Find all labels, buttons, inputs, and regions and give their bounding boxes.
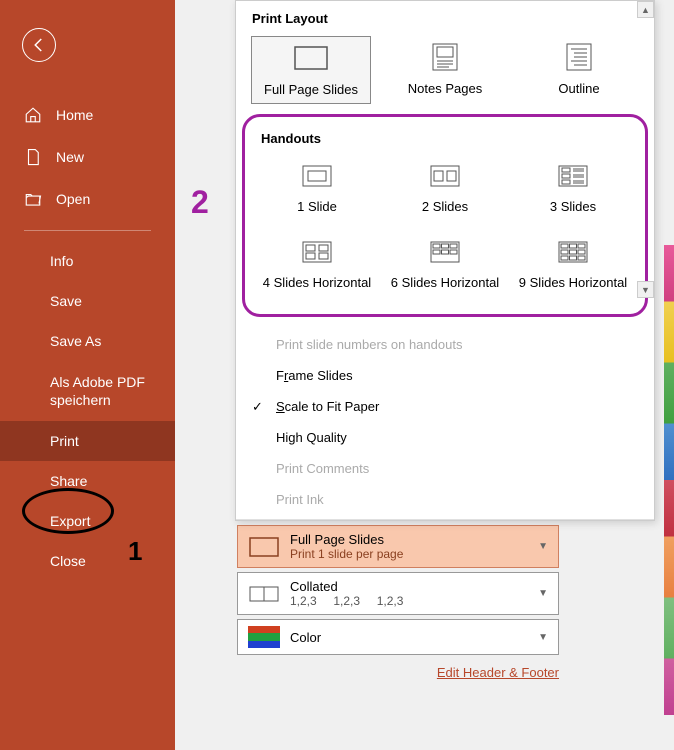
- collated-icon: [248, 583, 280, 605]
- open-icon: [24, 190, 42, 208]
- layout-notes-pages[interactable]: Notes Pages: [385, 36, 505, 104]
- new-icon: [24, 148, 42, 166]
- nav-label: Save: [50, 293, 82, 309]
- notes-pages-icon: [423, 42, 467, 75]
- menu-print-slide-numbers: Print slide numbers on handouts: [236, 329, 654, 360]
- handouts-row-2: 4 Slides Horizontal 6 Slides Horizontal …: [245, 228, 645, 304]
- setting-color-dropdown[interactable]: Color ▼: [237, 619, 559, 655]
- handout-9-horizontal[interactable]: 9 Slides Horizontal: [511, 232, 635, 296]
- handout-3-icon: [551, 162, 595, 193]
- layout-outline[interactable]: Outline: [519, 36, 639, 104]
- chevron-down-icon: ▼: [538, 632, 548, 643]
- nav-label: Home: [56, 107, 93, 123]
- section-title-handouts: Handouts: [245, 121, 645, 152]
- menu-print-comments: Print Comments: [236, 453, 654, 484]
- chevron-down-icon: ▼: [538, 588, 548, 599]
- handout-3-slides[interactable]: 3 Slides: [513, 156, 633, 220]
- menu-print-ink: Print Ink: [236, 484, 654, 515]
- annotation-2: 2: [191, 184, 209, 221]
- layout-label: 6 Slides Horizontal: [391, 275, 499, 290]
- full-page-icon: [289, 43, 333, 76]
- arrow-left-icon: [30, 36, 48, 54]
- nav-adobe-pdf[interactable]: Als Adobe PDF speichern: [0, 361, 175, 421]
- layout-label: 9 Slides Horizontal: [519, 275, 627, 290]
- nav-open[interactable]: Open: [0, 178, 175, 220]
- nav-new[interactable]: New: [0, 136, 175, 178]
- nav-label: Open: [56, 191, 90, 207]
- edit-header-footer-container: Edit Header & Footer: [237, 665, 559, 680]
- setting-title: Color: [290, 630, 538, 645]
- layout-label: 3 Slides: [521, 199, 625, 214]
- handout-2-icon: [423, 162, 467, 193]
- nav-label: Share: [50, 473, 87, 489]
- layout-label: 2 Slides: [393, 199, 497, 214]
- menu-high-quality[interactable]: High Quality: [236, 422, 654, 453]
- handouts-row-1: 1 Slide 2 Slides 3 Slides: [245, 152, 645, 228]
- home-icon: [24, 106, 42, 124]
- nav-label: Info: [50, 253, 73, 269]
- chevron-down-icon: ▼: [538, 541, 548, 552]
- nav-label: New: [56, 149, 84, 165]
- handout-4-icon: [295, 238, 339, 269]
- layout-label: Outline: [527, 81, 631, 96]
- annotation-circle: [22, 488, 114, 534]
- full-page-icon: [248, 536, 280, 558]
- setting-subtitle: 1,2,3 1,2,3 1,2,3: [290, 594, 538, 608]
- handout-1-icon: [295, 162, 339, 193]
- nav-save[interactable]: Save: [0, 281, 175, 321]
- nav-close[interactable]: Close: [0, 541, 175, 581]
- layout-label: Full Page Slides: [260, 82, 362, 97]
- menu-scale-to-fit[interactable]: ✓Scale to Fit Paper: [236, 391, 654, 422]
- setting-collate-dropdown[interactable]: Collated 1,2,3 1,2,3 1,2,3 ▼: [237, 572, 559, 615]
- menu-frame-slides[interactable]: Frame Slides: [236, 360, 654, 391]
- handouts-highlight-box: Handouts 1 Slide 2 Slides 3 Slides 4 Sli…: [242, 114, 648, 317]
- setting-title: Collated: [290, 579, 538, 594]
- scroll-up-button[interactable]: ▲: [637, 1, 654, 18]
- handout-9-icon: [551, 238, 595, 269]
- layout-label: 4 Slides Horizontal: [263, 275, 371, 290]
- nav-save-as[interactable]: Save As: [0, 321, 175, 361]
- outline-icon: [557, 42, 601, 75]
- handout-6-horizontal[interactable]: 6 Slides Horizontal: [383, 232, 507, 296]
- setting-layout-dropdown[interactable]: Full Page Slides Print 1 slide per page …: [237, 525, 559, 568]
- nav-print[interactable]: Print: [0, 421, 175, 461]
- nav-label: Als Adobe PDF speichern: [50, 373, 151, 409]
- back-button[interactable]: [22, 28, 56, 62]
- scroll-down-button[interactable]: ▼: [637, 281, 654, 298]
- print-settings: Full Page Slides Print 1 slide per page …: [237, 525, 559, 680]
- check-icon: ✓: [252, 399, 263, 415]
- nav-label: Close: [50, 553, 86, 569]
- color-icon: [248, 626, 280, 648]
- print-layout-row: Full Page Slides Notes Pages Outline: [236, 32, 654, 112]
- nav-label: Print: [50, 433, 79, 449]
- handout-4-horizontal[interactable]: 4 Slides Horizontal: [255, 232, 379, 296]
- layout-label: 1 Slide: [265, 199, 369, 214]
- nav-info[interactable]: Info: [0, 241, 175, 281]
- preview-strip: [664, 245, 674, 715]
- backstage-sidebar: Home New Open Info Save Save As Als Adob…: [0, 0, 175, 750]
- handout-2-slides[interactable]: 2 Slides: [385, 156, 505, 220]
- nav-home[interactable]: Home: [0, 94, 175, 136]
- nav-divider: [24, 230, 151, 231]
- setting-title: Full Page Slides: [290, 532, 538, 547]
- handout-1-slide[interactable]: 1 Slide: [257, 156, 377, 220]
- edit-header-footer-link[interactable]: Edit Header & Footer: [437, 665, 559, 680]
- setting-subtitle: Print 1 slide per page: [290, 547, 538, 561]
- layout-label: Notes Pages: [393, 81, 497, 96]
- section-title-print-layout: Print Layout: [236, 1, 654, 32]
- annotation-1: 1: [128, 536, 142, 567]
- menu-list: Print slide numbers on handouts Frame Sl…: [236, 325, 654, 520]
- print-layout-dropdown: ▲ ▼ Print Layout Full Page Slides Notes …: [235, 0, 655, 521]
- layout-full-page[interactable]: Full Page Slides: [251, 36, 371, 104]
- nav-label: Save As: [50, 333, 101, 349]
- handout-6-icon: [423, 238, 467, 269]
